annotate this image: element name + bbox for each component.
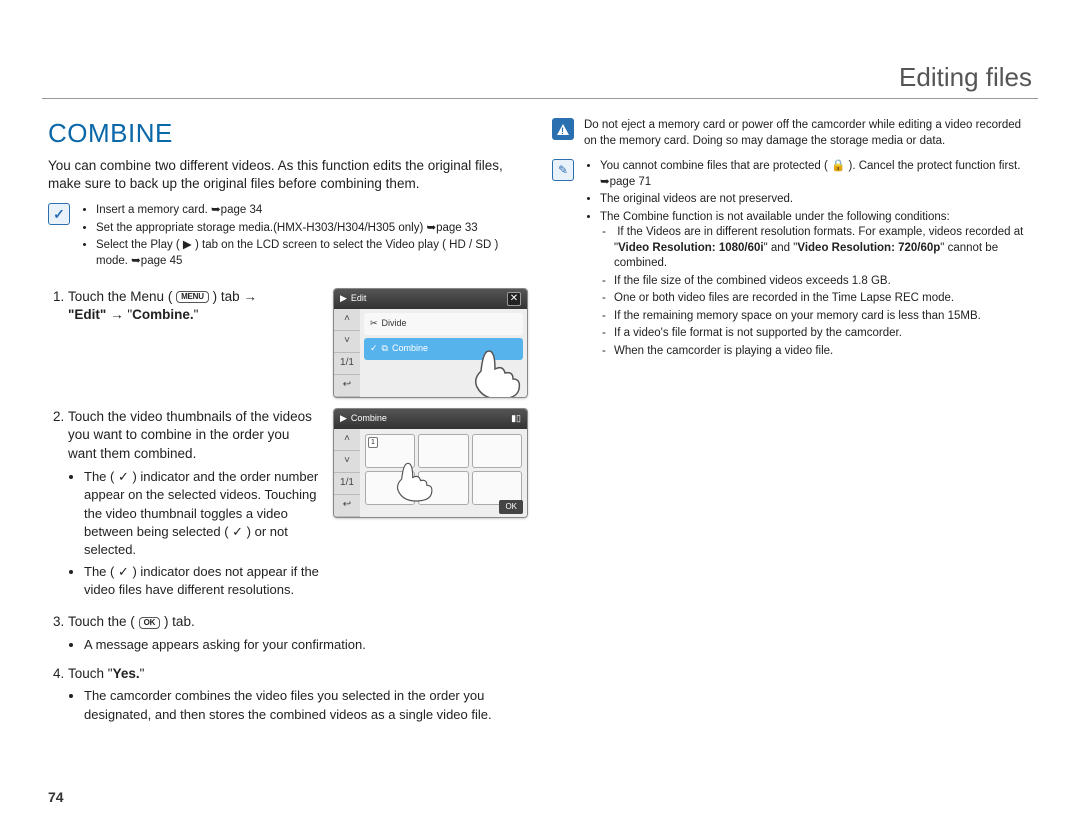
up-arrow-icon: ˄	[334, 429, 360, 451]
ok-key-icon: OK	[139, 617, 161, 629]
battery-icon: ▮▯	[511, 412, 521, 425]
two-column-layout: COMBINE You can combine two different vi…	[48, 118, 1032, 734]
note-subitem: If a video's file format is not supporte…	[614, 326, 1032, 342]
touch-hand-icon	[386, 455, 441, 503]
divide-label: Divide	[382, 317, 407, 330]
section-header: Editing files	[899, 62, 1032, 93]
lcd2-title: Combine	[351, 412, 387, 425]
n3a-b: Video Resolution: 1080/60i	[618, 242, 764, 254]
step-4: Touch "Yes." The camcorder combines the …	[68, 665, 528, 724]
step4-yes: Yes.	[113, 666, 140, 681]
order-badge: 1	[368, 437, 378, 449]
prereq-item: Set the appropriate storage media.(HMX-H…	[96, 221, 528, 237]
step4-b: "	[140, 666, 145, 681]
down-arrow-icon: ˅	[334, 331, 360, 353]
play-icon: ▶	[340, 412, 347, 425]
intro-text: You can combine two different videos. As…	[48, 157, 528, 193]
page-number: 74	[48, 789, 64, 805]
step1-text-b: ) tab →	[213, 289, 257, 304]
note-subitem: When the camcorder is playing a video fi…	[614, 344, 1032, 360]
video-thumb	[472, 434, 522, 468]
prerequisite-list: Insert a memory card. ➥page 34 Set the a…	[80, 203, 528, 271]
left-column: COMBINE You can combine two different vi…	[48, 118, 528, 734]
prerequisite-block: ✓ Insert a memory card. ➥page 34 Set the…	[48, 203, 528, 271]
step4-a: Touch "	[68, 666, 113, 681]
step3-bullet: A message appears asking for your confir…	[84, 636, 528, 654]
header-rule	[42, 98, 1038, 99]
divide-icon: ✂	[370, 317, 378, 330]
note-subitem: One or both video files are recorded in …	[614, 291, 1032, 307]
combine-icon: ⧉	[382, 342, 388, 355]
play-icon: ▶	[340, 292, 347, 305]
note-list: You cannot combine files that are protec…	[584, 159, 1032, 361]
combine-label: Combine	[392, 342, 428, 355]
n3a-d: Video Resolution: 720/60p	[797, 242, 940, 254]
touch-hand-icon	[461, 341, 528, 398]
step-3: Touch the ( OK ) tab. A message appears …	[68, 613, 528, 654]
step2-bullet1: The ( ✓ ) indicator and the order number…	[84, 468, 319, 559]
check-icon: ✓	[48, 203, 70, 225]
warning-block: Do not eject a memory card or power off …	[552, 118, 1032, 149]
note-item: The original videos are not preserved.	[600, 192, 1032, 208]
lcd-edit-menu: ▶ Edit ✕ ˄ ˅ 1/1 ↩	[333, 288, 528, 398]
steps-list: Touch the Menu ( MENU ) tab → "Edit" → "…	[48, 288, 528, 724]
up-arrow-icon: ˄	[334, 309, 360, 331]
step3-b: ) tab.	[164, 614, 195, 629]
note-item: The Combine function is not available un…	[600, 210, 1032, 360]
step1-edit: "Edit"	[68, 307, 106, 322]
note-item: You cannot combine files that are protec…	[600, 159, 1032, 190]
step4-bullet: The camcorder combines the video files y…	[84, 687, 528, 723]
page-indicator: 1/1	[334, 473, 360, 495]
prereq-item: Insert a memory card. ➥page 34	[96, 203, 528, 219]
prereq-item: Select the Play ( ▶ ) tab on the LCD scr…	[96, 238, 528, 269]
back-icon: ↩	[334, 375, 360, 397]
step3-a: Touch the (	[68, 614, 135, 629]
menu-row-divide: ✂ Divide	[364, 313, 523, 335]
step1-text-a: Touch the Menu (	[68, 289, 172, 304]
n3a-c: " and "	[764, 242, 798, 254]
step2-text: Touch the video thumbnails of the videos…	[68, 409, 312, 462]
lcd1-title: Edit	[351, 292, 367, 305]
step1-combine: Combine.	[132, 307, 194, 322]
step2-bullet2: The ( ✓ ) indicator does not appear if t…	[84, 563, 319, 599]
down-arrow-icon: ˅	[334, 451, 360, 473]
step1-quote-end: "	[194, 307, 199, 322]
note-sublist: If the Videos are in different resolutio…	[600, 225, 1032, 359]
step-2: Touch the video thumbnails of the videos…	[68, 408, 528, 604]
right-column: Do not eject a memory card or power off …	[552, 118, 1032, 734]
ok-button: OK	[499, 500, 523, 513]
check-small-icon: ✓	[370, 342, 378, 355]
lcd-combine-thumbs: ▶ Combine ▮▯ ˄ ˅ 1/1 ↩	[333, 408, 528, 518]
step-1: Touch the Menu ( MENU ) tab → "Edit" → "…	[68, 288, 528, 398]
note-subitem: If the remaining memory space on your me…	[614, 309, 1032, 325]
note-subitem: If the file size of the combined videos …	[614, 274, 1032, 290]
step1-arrow: → "	[106, 307, 132, 322]
back-icon: ↩	[334, 495, 360, 517]
warning-icon	[552, 118, 574, 140]
menu-key-icon: MENU	[176, 291, 209, 303]
note-3-lead: The Combine function is not available un…	[600, 211, 950, 223]
warning-text: Do not eject a memory card or power off …	[584, 118, 1032, 149]
note-block: ✎ You cannot combine files that are prot…	[552, 159, 1032, 361]
page-indicator: 1/1	[334, 353, 360, 375]
close-icon: ✕	[507, 292, 521, 306]
note-subitem: If the Videos are in different resolutio…	[614, 225, 1032, 272]
section-title: COMBINE	[48, 118, 528, 149]
manual-page: Editing files COMBINE You can combine tw…	[0, 0, 1080, 825]
note-icon: ✎	[552, 159, 574, 181]
